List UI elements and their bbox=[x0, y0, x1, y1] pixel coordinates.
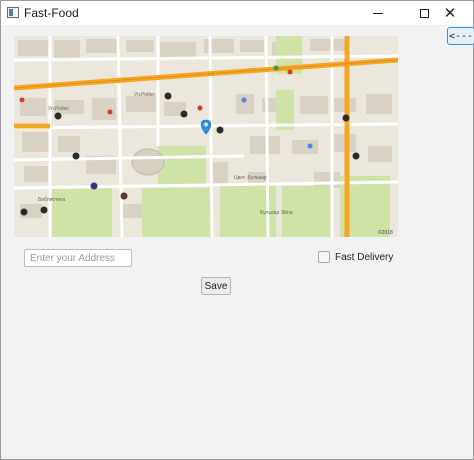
poi-icon[interactable] bbox=[241, 97, 247, 103]
poi-icon[interactable] bbox=[90, 182, 98, 190]
poi-icon[interactable] bbox=[19, 97, 25, 103]
fast-delivery-checkbox[interactable] bbox=[318, 251, 330, 263]
poi-icon[interactable] bbox=[20, 208, 28, 216]
poi-icon[interactable] bbox=[54, 112, 62, 120]
poi-icon[interactable] bbox=[164, 92, 172, 100]
street-label: Цвет. Бульвар bbox=[234, 175, 267, 181]
poi-icon[interactable] bbox=[352, 152, 360, 160]
fast-delivery-toggle[interactable]: Fast Delivery bbox=[318, 251, 393, 263]
map-canvas: Ул.Ройко Ул.Ройко Цвет. Бульвар Библиоте… bbox=[14, 36, 398, 237]
java-app-icon bbox=[7, 7, 19, 18]
window-title: Fast-Food bbox=[24, 6, 79, 20]
close-button[interactable]: ✕ bbox=[427, 1, 473, 25]
street-label: Ул.Ройко bbox=[134, 91, 155, 98]
title-bar: Fast-Food ✕ bbox=[1, 1, 473, 25]
poi-icon[interactable] bbox=[180, 110, 188, 118]
minimize-button[interactable] bbox=[355, 1, 401, 25]
address-input[interactable] bbox=[24, 249, 132, 267]
poi-icon[interactable] bbox=[216, 126, 224, 134]
street-label: Библиотека bbox=[38, 197, 65, 203]
poi-icon[interactable] bbox=[342, 114, 350, 122]
poi-icon[interactable] bbox=[107, 109, 113, 115]
minimize-icon bbox=[373, 12, 383, 14]
fast-delivery-label: Fast Delivery bbox=[335, 251, 394, 263]
poi-icon[interactable] bbox=[40, 206, 48, 214]
save-button[interactable]: Save bbox=[201, 277, 231, 295]
poi-icon[interactable] bbox=[120, 192, 128, 200]
poi-icon[interactable] bbox=[273, 65, 279, 71]
close-icon: ✕ bbox=[443, 4, 457, 22]
poi-icon[interactable] bbox=[72, 152, 80, 160]
poi-icon[interactable] bbox=[197, 105, 203, 111]
map-copyright: ©2018 bbox=[378, 229, 393, 236]
poi-icon[interactable] bbox=[307, 143, 313, 149]
poi-icon[interactable] bbox=[287, 69, 293, 75]
street-label: Ул.Ройко bbox=[48, 105, 69, 112]
map-view[interactable]: Ул.Ройко Ул.Ройко Цвет. Бульвар Библиоте… bbox=[14, 36, 398, 237]
street-label: Бульвар Эйна bbox=[260, 209, 293, 216]
back-button[interactable]: <--- bbox=[447, 27, 474, 45]
app-window: Fast-Food ✕ <--- Ул.Ройко Ул.Ройко Цвет.… bbox=[0, 0, 474, 460]
